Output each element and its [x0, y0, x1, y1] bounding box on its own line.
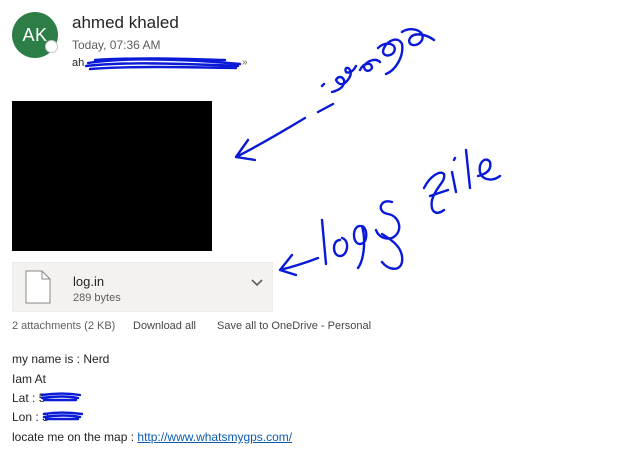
body-line-name: my name is : Nerd	[12, 352, 110, 366]
image-attachment-preview[interactable]	[12, 101, 212, 251]
body-line-lon: Lon : 3	[12, 410, 49, 424]
lon-value: 3	[42, 410, 49, 424]
log-arrow	[278, 253, 320, 277]
body-line-lat: Lat : 5	[12, 391, 45, 405]
lon-label: Lon :	[12, 410, 43, 424]
document-icon	[25, 270, 51, 304]
lon-redaction-scribble	[42, 411, 84, 421]
attachment-filename: log.in	[73, 274, 105, 289]
expand-recipients-icon[interactable]: »	[242, 56, 248, 70]
attachment-filesize: 289 bytes	[73, 292, 121, 304]
avatar-initials: AK	[22, 24, 48, 45]
recipient-redaction-scribble	[84, 57, 242, 71]
gps-link[interactable]: http://www.whatsmygps.com/	[137, 430, 292, 444]
file-attachment-card[interactable]	[12, 262, 273, 312]
save-all-onedrive-link[interactable]: Save all to OneDrive - Personal	[217, 320, 371, 332]
map-prefix: locate me on the map :	[12, 430, 138, 444]
lat-value: 5	[38, 391, 46, 405]
chevron-down-icon[interactable]	[250, 278, 264, 288]
message-timestamp: Today, 07:36 AM	[72, 38, 161, 52]
logs-file-handwriting	[320, 148, 502, 270]
recipient-prefix: ah	[72, 57, 85, 69]
image-handwriting	[316, 28, 436, 114]
body-line-map: locate me on the map : http://www.whatsm…	[12, 430, 292, 444]
body-line-location: Iam At	[12, 372, 47, 386]
image-arrow	[234, 116, 307, 162]
lat-redaction-scribble	[40, 392, 82, 402]
presence-indicator	[46, 41, 57, 52]
download-all-link[interactable]: Download all	[133, 320, 196, 332]
recipient-line[interactable]: ah	[72, 57, 84, 71]
attachment-count: 2 attachments (2 KB)	[12, 320, 116, 332]
sender-name[interactable]: ahmed khaled	[72, 13, 179, 33]
lat-label: Lat :	[12, 391, 39, 405]
